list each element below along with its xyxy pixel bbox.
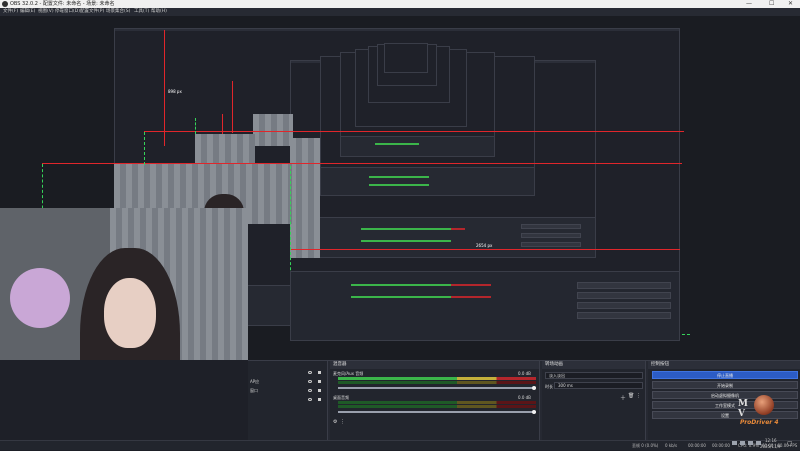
close-button[interactable]: ✕ <box>788 0 793 8</box>
guide-line <box>144 131 684 132</box>
start-recording-button[interactable]: 开始录制 <box>652 381 798 389</box>
webcam-source <box>0 208 248 360</box>
nested-dock <box>341 136 494 156</box>
plush-toy <box>10 268 70 328</box>
guide-line <box>222 114 223 134</box>
nested-menu <box>115 29 679 31</box>
volume-slider-handle[interactable] <box>532 410 536 414</box>
menu-docks[interactable]: 停靠窗口(D) <box>55 8 80 16</box>
nested-webcam <box>195 134 255 164</box>
guide-label: 2654 px <box>476 243 493 248</box>
menu-profile[interactable]: 配置文件(P) <box>80 8 104 16</box>
guide-line <box>144 132 145 165</box>
nested-meter <box>369 184 429 186</box>
menu-edit[interactable]: 编辑(E) <box>20 8 35 16</box>
mixer-menu-icon[interactable]: ⋮ <box>340 419 345 425</box>
remove-transition-icon[interactable]: 🗑 <box>628 393 634 399</box>
guide-line <box>232 81 233 133</box>
source-name: 窗口 <box>250 388 258 393</box>
prodriver-watermark: M V ProDriver 4 <box>718 389 784 429</box>
nested-meter <box>375 143 419 145</box>
volume-meter <box>338 405 536 408</box>
menu-help[interactable]: 帮助(H) <box>151 8 167 16</box>
mixer-channel-db: 0.0 dB <box>518 395 531 400</box>
watermark-text: ProDriver 4 <box>740 419 779 426</box>
watermark-letters: M V <box>738 399 758 419</box>
preview-canvas[interactable]: 898 px 2654 px <box>0 16 800 360</box>
volume-meter <box>338 381 536 384</box>
menu-bar: 文件(F) 编辑(E) 视图(V) 停靠窗口(D) 配置文件(P) 场景集合(S… <box>0 8 800 16</box>
lock-icon[interactable] <box>318 380 321 383</box>
nested-button <box>521 224 581 229</box>
nested-dock-large <box>290 271 680 341</box>
lock-icon[interactable] <box>318 389 321 392</box>
visibility-eye-icon[interactable] <box>308 380 312 383</box>
menu-scene-collection[interactable]: 场景集合(S) <box>106 8 130 16</box>
obs-logo-icon <box>2 1 8 7</box>
nested-meter <box>361 240 451 242</box>
mixer-gear-icon[interactable]: ⚙ <box>333 419 337 425</box>
nested-webcam <box>253 114 293 146</box>
window-title: OBS 32.0.2 - 配置文件: 未命名 - 场景: 未命名 <box>10 1 115 7</box>
transitions-title: 转场动画 <box>542 361 645 369</box>
volume-meter <box>338 401 536 404</box>
source-row[interactable]: 窗口 <box>248 387 327 394</box>
maximize-button[interactable]: ☐ <box>769 0 774 8</box>
clock-time: 12:16 <box>765 438 777 443</box>
source-row[interactable] <box>248 396 327 403</box>
lock-icon[interactable] <box>318 398 321 401</box>
source-toolbar: ✎ <box>248 417 337 424</box>
transition-menu-icon[interactable]: ⋮ <box>636 393 641 399</box>
visibility-eye-icon[interactable] <box>308 371 312 374</box>
tray-icon[interactable] <box>732 441 737 445</box>
menu-view[interactable]: 视图(V) <box>38 8 54 16</box>
nested-screen <box>384 43 428 73</box>
source-row[interactable] <box>248 369 327 376</box>
nested-dock <box>291 217 595 257</box>
mixer-channel-db: 0.0 dB <box>518 371 531 376</box>
notification-icon[interactable]: ▢ <box>787 440 793 447</box>
nested-webcam <box>290 138 320 258</box>
menu-file[interactable]: 文件(F) <box>3 8 18 16</box>
transitions-panel: 转场动画 淡入淡出 时长 300 ms ＋ 🗑 ⋮ <box>542 361 646 441</box>
volume-meter <box>338 377 536 380</box>
guide-label: 898 px <box>168 89 182 94</box>
stop-streaming-button[interactable]: 停止直播 <box>652 371 798 379</box>
lock-icon[interactable] <box>318 371 321 374</box>
nested-button <box>521 233 581 238</box>
nested-meter <box>361 228 451 230</box>
nested-dock <box>321 167 534 195</box>
tray-icon[interactable] <box>740 441 745 445</box>
person-face <box>104 278 156 348</box>
menu-tools[interactable]: 工具(T) <box>134 8 149 16</box>
guide-line <box>290 249 680 250</box>
minimize-button[interactable]: — <box>746 0 752 8</box>
clock-date: 2025/11/9 <box>760 444 781 449</box>
status-bar: 丢帧 0 (0.0%) 0 kb/s 00:00:00 00:00:00 CPU… <box>0 440 800 450</box>
controls-title: 控制按钮 <box>648 361 800 369</box>
sources-panel: AP应 窗口 ✎ <box>248 361 337 441</box>
guide-line <box>42 163 682 164</box>
obs-window: OBS 32.0.2 - 配置文件: 未命名 - 场景: 未命名 — ☐ ✕ 文… <box>0 0 800 450</box>
transition-type-select[interactable]: 淡入淡出 <box>545 372 643 379</box>
audio-mixer-panel: 混音器 麦克风/Aux 音频 0.0 dB 桌面音频 0.0 dB ⚙ ⋮ <box>330 361 540 441</box>
volume-slider-handle[interactable] <box>532 386 536 390</box>
duration-field[interactable]: 300 ms <box>554 382 643 389</box>
add-transition-icon[interactable]: ＋ <box>620 393 626 402</box>
speaker-icon[interactable] <box>748 441 753 445</box>
guide-line <box>164 30 165 146</box>
mixer-title: 混音器 <box>330 361 539 369</box>
title-bar: OBS 32.0.2 - 配置文件: 未命名 - 场景: 未命名 — ☐ ✕ <box>0 0 800 8</box>
nested-meter <box>369 176 429 178</box>
nested-button <box>521 242 581 247</box>
visibility-eye-icon[interactable] <box>308 389 312 392</box>
visibility-eye-icon[interactable] <box>308 398 312 401</box>
nested-meter-peak <box>451 228 465 230</box>
guide-line <box>195 118 196 134</box>
volume-slider[interactable] <box>338 411 536 413</box>
volume-slider[interactable] <box>338 387 536 389</box>
source-row[interactable]: AP应 <box>248 378 327 385</box>
source-name: AP应 <box>250 379 260 384</box>
duration-label: 时长 <box>545 384 553 389</box>
